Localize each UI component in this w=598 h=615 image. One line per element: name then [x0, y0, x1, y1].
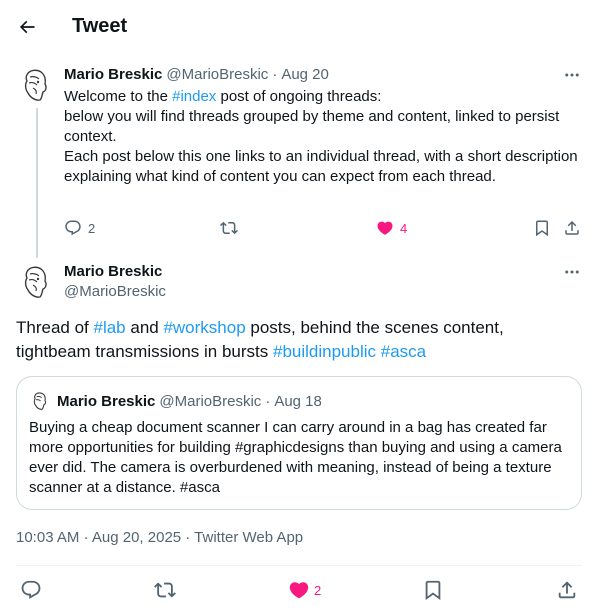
main-tweet-text: Thread of #lab and #workshop posts, behi… [16, 316, 582, 364]
quoted-tweet-header: Mario Breskic @MarioBreskic · Aug 18 [57, 392, 322, 412]
hashtag-link[interactable]: #workshop [163, 318, 245, 337]
bookmark-button[interactable] [533, 219, 551, 237]
bookmark-icon [533, 219, 551, 237]
more-options-button[interactable] [560, 65, 584, 85]
reply-button[interactable]: 2 [64, 219, 95, 237]
avatar [29, 390, 51, 412]
hashtag-link[interactable]: #asca [381, 342, 426, 361]
text-span: Welcome to the [64, 88, 173, 105]
avatar[interactable] [16, 65, 56, 105]
hashtag-link[interactable]: #buildinpublic [273, 342, 376, 361]
quoted-tweet-card[interactable]: Mario Breskic @MarioBreskic · Aug 18 Buy… [16, 376, 582, 510]
share-button[interactable] [556, 579, 578, 601]
arrow-left-icon [17, 17, 37, 37]
separator-dot: · [265, 393, 271, 410]
bookmark-icon [422, 579, 444, 601]
avatar[interactable] [16, 262, 56, 302]
retweet-button[interactable] [220, 219, 238, 237]
bookmark-button[interactable] [422, 579, 444, 601]
reply-count: 2 [88, 220, 96, 236]
top-bar: Tweet [0, 0, 598, 53]
author-handle[interactable]: @MarioBreskic [64, 282, 166, 302]
reply-button[interactable] [20, 579, 42, 601]
page-title: Tweet [72, 15, 128, 37]
main-tweet-header: Mario Breskic @MarioBreskic [64, 262, 166, 302]
thread-connector-line [36, 108, 38, 258]
retweet-button[interactable] [154, 579, 176, 601]
share-icon [563, 219, 581, 237]
author-handle[interactable]: @MarioBreskic [166, 65, 268, 85]
hashtag-link[interactable]: #lab [94, 318, 126, 337]
back-button[interactable] [12, 12, 42, 42]
heart-filled-icon [376, 219, 394, 237]
text-line: Welcome to the #index post of ongoing th… [64, 87, 584, 107]
quoted-tweet-text: Buying a cheap document scanner I can ca… [29, 419, 562, 496]
text-span: and [125, 318, 164, 337]
tweet-timestamp[interactable]: 10:03 AM · Aug 20, 2025 · Twitter Web Ap… [16, 528, 303, 548]
text-span: post of ongoing threads: [216, 88, 382, 105]
author-name[interactable]: Mario Breskic [64, 65, 162, 85]
like-count: 2 [314, 582, 322, 598]
reply-icon [64, 219, 82, 237]
more-horizontal-icon [563, 66, 581, 84]
like-button[interactable]: 2 [288, 579, 321, 601]
divider [16, 565, 582, 566]
author-handle: @MarioBreskic [159, 393, 262, 410]
reply-icon [20, 579, 42, 601]
more-options-button[interactable] [560, 262, 584, 282]
text-line: below you will find threads grouped by t… [64, 108, 560, 145]
retweet-icon [220, 219, 238, 237]
text-span: Thread of [16, 318, 94, 337]
parent-tweet-text: Welcome to the #index post of ongoing th… [64, 87, 584, 187]
heart-filled-icon [288, 579, 310, 601]
more-horizontal-icon [563, 263, 581, 281]
share-button[interactable] [563, 219, 581, 237]
retweet-icon [154, 579, 176, 601]
share-icon [556, 579, 578, 601]
parent-tweet-header: Mario Breskic @MarioBreskic · Aug 20 [64, 65, 329, 85]
author-name: Mario Breskic [57, 393, 156, 410]
text-line: Each post below this one links to an ind… [64, 148, 578, 185]
tweet-date[interactable]: Aug 20 [281, 65, 329, 85]
author-name[interactable]: Mario Breskic [64, 262, 162, 282]
like-count: 4 [400, 220, 408, 236]
separator-dot: · [272, 66, 278, 83]
hashtag-link[interactable]: #index [172, 88, 216, 105]
like-button[interactable]: 4 [376, 219, 407, 237]
tweet-date: Aug 18 [274, 393, 322, 410]
